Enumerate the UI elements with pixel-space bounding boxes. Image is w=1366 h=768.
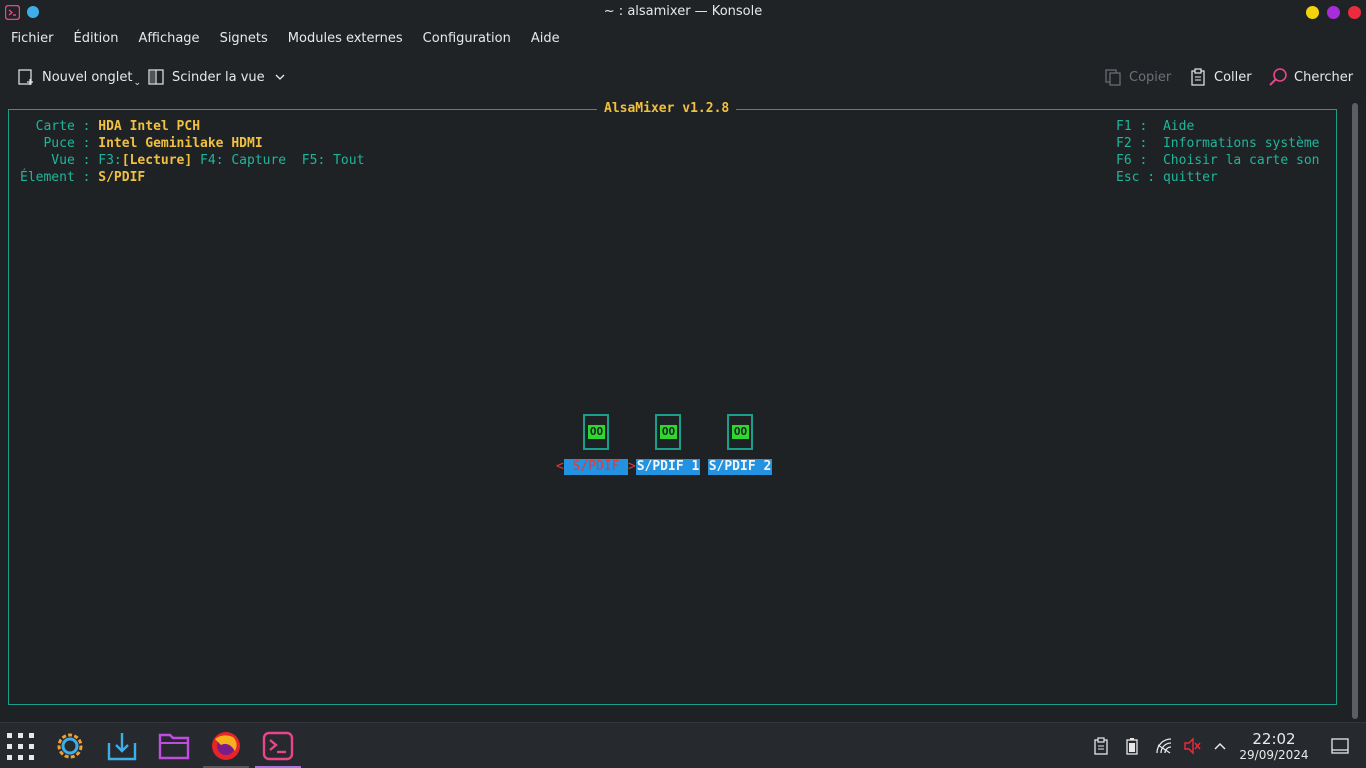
menu-affichage[interactable]: Affichage bbox=[128, 25, 209, 53]
show-desktop-icon[interactable] bbox=[1331, 737, 1349, 755]
battery-icon[interactable] bbox=[1123, 737, 1141, 755]
taskbar: 22:02 29/09/2024 bbox=[0, 722, 1366, 768]
search-icon bbox=[1269, 68, 1287, 86]
volume-muted-icon[interactable] bbox=[1183, 737, 1201, 755]
chip-value: Intel Geminilake HDMI bbox=[98, 136, 263, 151]
spdif-channel-label[interactable]: S/PDIF bbox=[564, 459, 628, 475]
copy-button[interactable]: Copier bbox=[1104, 65, 1171, 89]
spdif1-channel-label[interactable]: S/PDIF 1 bbox=[636, 459, 700, 475]
new-tab-dropdown-icon[interactable]: ⌄ bbox=[134, 78, 142, 88]
menu-edition[interactable]: Édition bbox=[64, 25, 129, 53]
selection-arrow-left: < bbox=[556, 459, 564, 474]
chevron-down-icon[interactable] bbox=[274, 71, 286, 83]
help-f6: F6 : Choisir la carte son bbox=[1116, 153, 1320, 168]
clock-date: 29/09/2024 bbox=[1239, 748, 1309, 762]
view-info-line: Vue : F3:[Lecture] F4: Capture F5: Tout bbox=[20, 152, 364, 169]
wifi-icon[interactable] bbox=[1155, 737, 1173, 755]
clock[interactable]: 22:02 29/09/2024 bbox=[1236, 730, 1312, 763]
view-other-modes: F4: Capture F5: Tout bbox=[192, 153, 365, 168]
menu-aide[interactable]: Aide bbox=[521, 25, 570, 53]
find-button[interactable]: Chercher bbox=[1268, 65, 1353, 89]
alsamixer-frame bbox=[8, 109, 1337, 705]
konsole-icon[interactable] bbox=[261, 729, 295, 763]
chip-info-line: Puce : Intel Geminilake HDMI bbox=[20, 135, 263, 152]
item-info-line: Élement : S/PDIF bbox=[20, 169, 145, 186]
spdif1-mute-control[interactable]: OO bbox=[655, 414, 681, 450]
discover-icon[interactable] bbox=[105, 729, 139, 763]
new-tab-label: Nouvel onglet bbox=[42, 69, 133, 85]
split-view-button[interactable]: Scinder la vue bbox=[147, 65, 286, 89]
window-title: ~ : alsamixer — Konsole bbox=[603, 4, 763, 19]
split-view-icon bbox=[148, 69, 164, 85]
help-f1: F1 : Aide bbox=[1116, 119, 1195, 134]
clock-time: 22:02 bbox=[1252, 730, 1296, 748]
clipboard-icon[interactable] bbox=[1092, 737, 1110, 755]
paste-icon bbox=[1191, 68, 1205, 86]
maximize-button[interactable] bbox=[1327, 6, 1340, 19]
chip-label: Puce : bbox=[20, 136, 99, 151]
new-tab-button[interactable]: Nouvel onglet ⌄ bbox=[17, 65, 141, 89]
firefox-icon[interactable] bbox=[209, 729, 243, 763]
selection-arrow-right: > bbox=[628, 459, 636, 474]
menu-configuration[interactable]: Configuration bbox=[413, 25, 521, 53]
menu-fichier[interactable]: Fichier bbox=[1, 25, 64, 53]
menubar: Fichier Édition Affichage Signets Module… bbox=[0, 25, 1366, 53]
terminal-scrollbar[interactable] bbox=[1350, 103, 1360, 719]
spdif2-channel-label[interactable]: S/PDIF 2 bbox=[708, 459, 772, 475]
card-info-line: Carte : HDA Intel PCH bbox=[20, 118, 200, 135]
item-value: S/PDIF bbox=[98, 170, 146, 185]
toolbar: Nouvel onglet ⌄ Scinder la vue Copier Co… bbox=[0, 53, 1366, 100]
app-launcher-icon[interactable] bbox=[4, 729, 38, 763]
minimize-button[interactable] bbox=[1306, 6, 1319, 19]
alsamixer-title: AlsaMixer v1.2.8 bbox=[597, 101, 737, 117]
spdif-mute-state: OO bbox=[588, 425, 605, 439]
menu-signets[interactable]: Signets bbox=[210, 25, 278, 53]
spdif-mute-control[interactable]: OO bbox=[583, 414, 609, 450]
view-f3-key: F3: bbox=[98, 153, 122, 168]
copy-icon bbox=[1105, 69, 1121, 86]
find-label: Chercher bbox=[1294, 69, 1354, 85]
paste-button[interactable]: Coller bbox=[1189, 65, 1252, 89]
close-button[interactable] bbox=[1348, 6, 1361, 19]
scrollbar-thumb[interactable] bbox=[1352, 103, 1358, 719]
view-label: Vue : bbox=[20, 153, 99, 168]
spdif2-mute-control[interactable]: OO bbox=[727, 414, 753, 450]
menu-modules-externes[interactable]: Modules externes bbox=[278, 25, 413, 53]
spdif1-mute-state: OO bbox=[660, 425, 677, 439]
card-label: Carte : bbox=[20, 119, 99, 134]
split-view-label: Scinder la vue bbox=[172, 69, 265, 85]
item-label: Élement : bbox=[20, 170, 99, 185]
window-titlebar: ~ : alsamixer — Konsole bbox=[0, 0, 1366, 25]
help-f2: F2 : Informations système bbox=[1116, 136, 1320, 151]
chevron-up-icon[interactable] bbox=[1211, 737, 1229, 755]
help-esc: Esc : quitter bbox=[1116, 170, 1218, 185]
new-tab-icon bbox=[18, 69, 33, 85]
card-value: HDA Intel PCH bbox=[98, 119, 201, 134]
spdif2-mute-state: OO bbox=[732, 425, 749, 439]
terminal-view[interactable]: AlsaMixer v1.2.8 Carte : HDA Intel PCH P… bbox=[0, 100, 1366, 722]
system-settings-icon[interactable] bbox=[53, 729, 87, 763]
view-current: [Lecture] bbox=[121, 153, 193, 168]
copy-label: Copier bbox=[1129, 69, 1172, 85]
dolphin-folder-icon[interactable] bbox=[157, 729, 191, 763]
paste-label: Coller bbox=[1214, 69, 1252, 85]
